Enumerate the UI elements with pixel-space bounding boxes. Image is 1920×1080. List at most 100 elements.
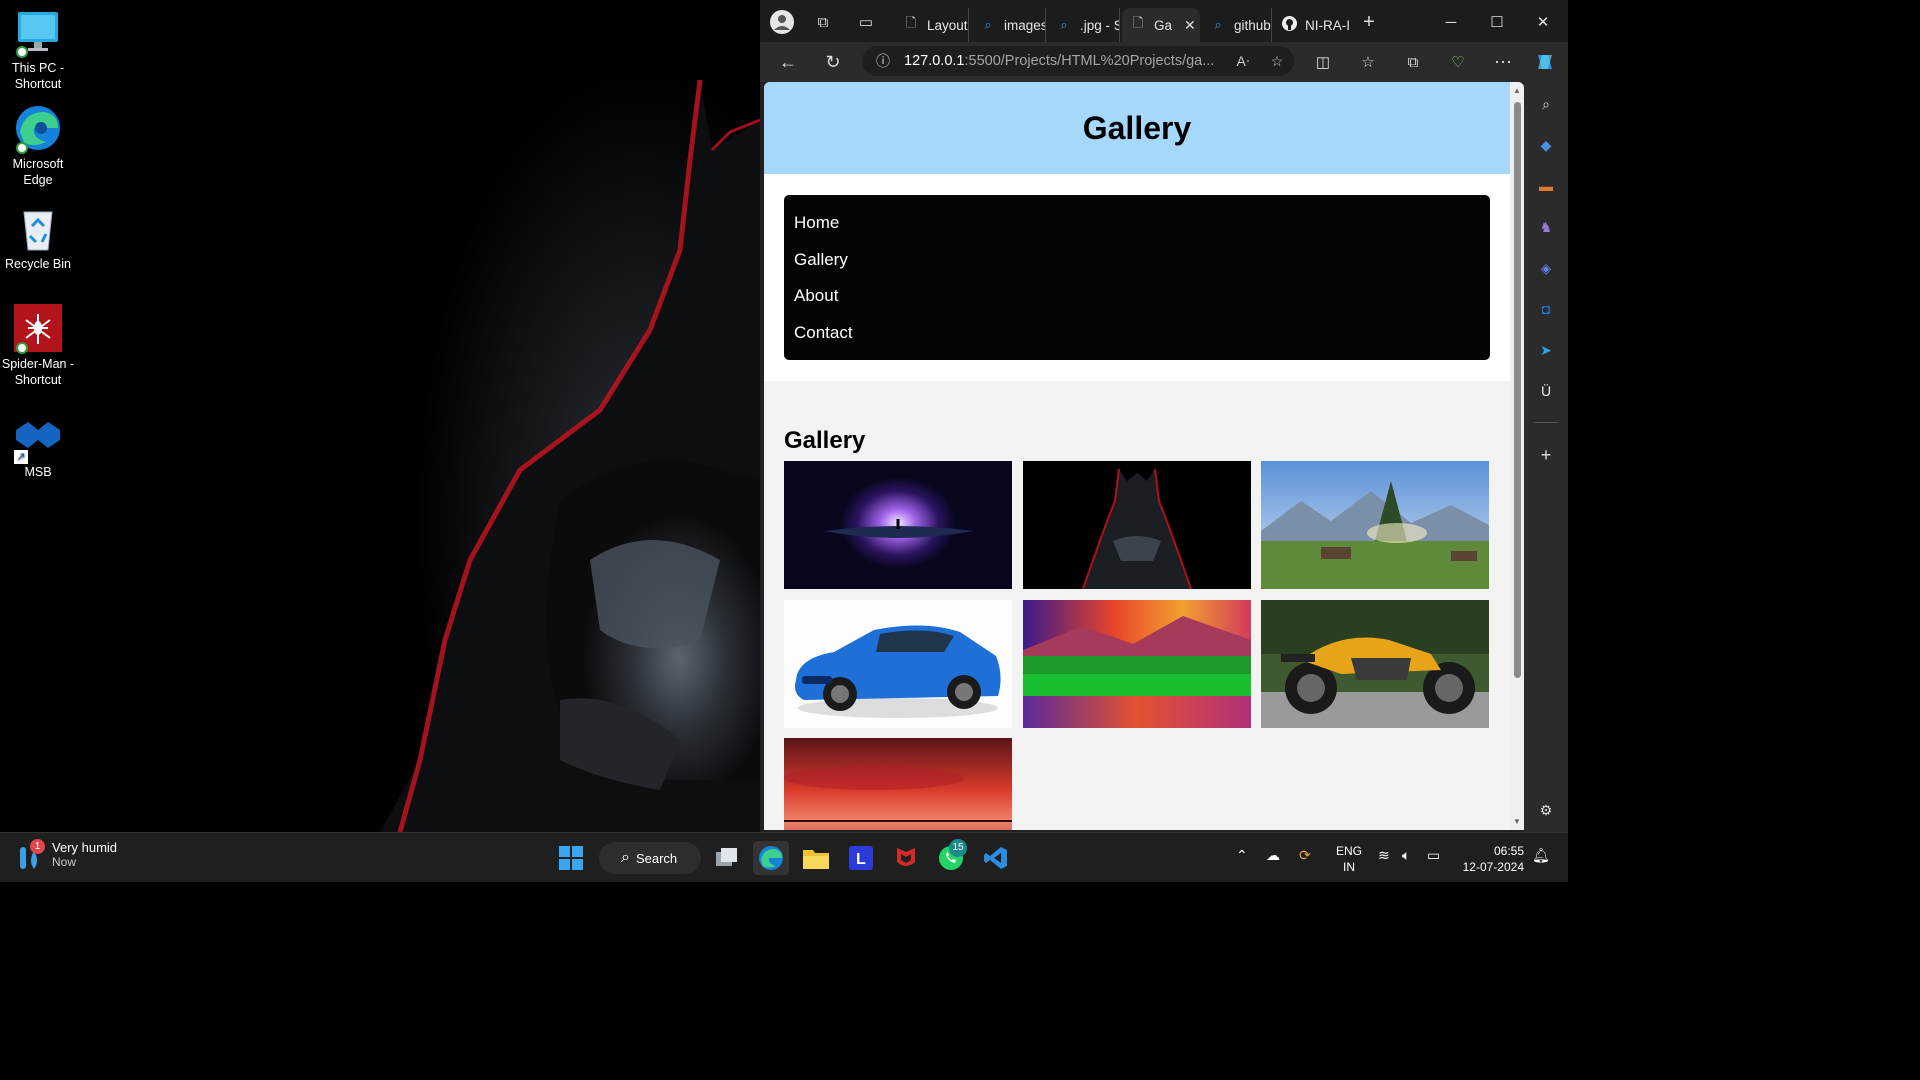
blue-sports-car-image[interactable]	[784, 599, 1012, 728]
maximize-icon[interactable]: ☐	[1474, 8, 1520, 36]
profile-avatar-icon[interactable]	[769, 9, 795, 35]
clock[interactable]: 06:55 12-07-2024	[1458, 843, 1524, 875]
telegram-icon[interactable]: ➤	[1536, 340, 1556, 360]
onedrive-icon[interactable]: ☁	[1266, 847, 1280, 864]
file-explorer-icon[interactable]	[798, 841, 834, 875]
red-sunset-image[interactable]	[784, 738, 1012, 830]
edge-icon	[14, 104, 62, 154]
site-info-icon[interactable]: ⓘ	[876, 51, 896, 71]
address-bar[interactable]: ⓘ 127.0.0.1:5500/Projects/HTML%20Project…	[862, 46, 1294, 76]
page-scrollbar[interactable]: ▲ ▼	[1510, 82, 1524, 830]
whatsapp-icon[interactable]: 15	[933, 839, 969, 875]
notifications-bell-icon[interactable]: 🔔︎	[1532, 847, 1550, 864]
monitor-icon	[14, 8, 62, 58]
extension-app-icon[interactable]: Ü	[1536, 381, 1556, 401]
space-portal-image[interactable]	[784, 461, 1012, 589]
mcafee-icon[interactable]	[888, 841, 924, 875]
edge-taskbar-icon[interactable]	[753, 841, 789, 875]
outlook-icon[interactable]: ◘	[1536, 299, 1556, 319]
start-button[interactable]	[553, 841, 589, 875]
desktop-icon-spiderman[interactable]: Spider-Man - Shortcut	[0, 304, 76, 388]
tab-jpg[interactable]: ⌕ .jpg - S	[1048, 8, 1120, 42]
nav-link-home[interactable]: Home	[794, 211, 1480, 248]
scroll-up-icon[interactable]: ▲	[1512, 86, 1522, 95]
image-grid	[784, 461, 1490, 830]
search-label: Search	[635, 850, 678, 866]
add-icon[interactable]: +	[1536, 445, 1556, 465]
new-tab-icon[interactable]: +	[1356, 9, 1382, 35]
vertical-tabs-icon[interactable]: ▭	[853, 9, 879, 35]
desktop-icon-label: Microsoft Edge	[12, 157, 64, 187]
url-path: :5500/Projects/HTML%20Projects/ga...	[964, 53, 1215, 69]
settings-gear-icon[interactable]: ⚙	[1536, 800, 1556, 820]
github-icon	[1281, 16, 1297, 34]
minimize-icon[interactable]: ─	[1428, 8, 1474, 36]
copilot-app-icon[interactable]: ◈	[1536, 258, 1556, 278]
yellow-motorcycle-image[interactable]	[1261, 599, 1489, 728]
games-icon[interactable]: ♞	[1536, 217, 1556, 237]
favorite-star-icon[interactable]: ☆	[1260, 53, 1294, 70]
weather-widget[interactable]: 1 Very humid Now	[18, 838, 117, 869]
desktop-icon-edge[interactable]: Microsoft Edge	[0, 104, 76, 188]
tools-icon[interactable]: ▬	[1536, 176, 1556, 196]
sync-icon[interactable]: ⟳	[1299, 847, 1311, 864]
desktop-icon-label: Spider-Man - Shortcut	[1, 357, 75, 387]
tab-nira[interactable]: NI-RA-I	[1273, 8, 1349, 42]
nav-link-gallery[interactable]: Gallery	[794, 248, 1480, 285]
scrollbar-thumb[interactable]	[1514, 102, 1521, 678]
wifi-icon[interactable]: ≋	[1378, 847, 1390, 864]
colorful-lake-image[interactable]	[1022, 599, 1251, 728]
taskbar-search[interactable]: ⌕ Search	[599, 842, 701, 874]
nav-link-contact[interactable]: Contact	[794, 321, 1480, 358]
language-indicator[interactable]: ENG IN	[1336, 843, 1362, 875]
show-hidden-icons[interactable]: ⌃	[1236, 847, 1248, 864]
tag-icon[interactable]: ◆	[1536, 135, 1556, 155]
tab-gallery[interactable]: 🗋 Ga ✕	[1122, 8, 1200, 42]
copilot-icon[interactable]	[1530, 48, 1560, 76]
vscode-icon[interactable]	[978, 841, 1014, 875]
page-title: Gallery	[1082, 109, 1192, 146]
gallery-website: Gallery Home Gallery About Contact Galle…	[764, 82, 1510, 830]
volume-icon[interactable]: 🔈︎	[1402, 847, 1410, 864]
tab-layout[interactable]: 🗋 Layout	[895, 8, 969, 42]
tab-github[interactable]: ⌕ github	[1202, 8, 1272, 42]
search-icon: ⌕	[621, 849, 630, 866]
spiderman-icon	[14, 304, 62, 354]
sidebar-divider	[1534, 422, 1558, 423]
desktop-wallpaper	[0, 0, 760, 832]
recycle-bin-icon	[14, 204, 62, 252]
desktop-icon-this-pc[interactable]: This PC - Shortcut	[0, 8, 76, 92]
search-icon[interactable]: ⌕	[1536, 94, 1556, 114]
page-viewport[interactable]: Gallery Home Gallery About Contact Galle…	[764, 82, 1524, 830]
favorites-icon[interactable]: ☆	[1353, 48, 1383, 76]
scroll-down-icon[interactable]: ▼	[1512, 817, 1522, 826]
workspaces-icon[interactable]: ⧉	[810, 9, 836, 35]
collections-icon[interactable]: ⧉	[1398, 48, 1428, 76]
batman-image[interactable]	[1022, 461, 1251, 589]
url-host: 127.0.0.1	[904, 53, 965, 69]
search-icon: ⌕	[1214, 17, 1222, 32]
battery-icon[interactable]: ▭	[1427, 847, 1440, 864]
back-icon[interactable]: ←	[773, 48, 803, 76]
browser-essentials-icon[interactable]: ♡	[1443, 48, 1473, 76]
close-window-icon[interactable]: ✕	[1520, 8, 1566, 36]
close-tab-icon[interactable]: ✕	[1184, 17, 1196, 34]
desktop-icon-recycle-bin[interactable]: Recycle Bin	[0, 204, 76, 272]
mountain-landscape-image[interactable]	[1261, 461, 1489, 589]
nav-link-about[interactable]: About	[794, 284, 1480, 321]
l-app-icon[interactable]: L	[843, 841, 879, 875]
msb-icon: ↗	[14, 412, 62, 464]
read-aloud-icon[interactable]: Aᐧ	[1226, 53, 1260, 70]
more-menu-icon[interactable]: ⋯	[1488, 48, 1518, 76]
tab-strip: ⧉ ▭ 🗋 Layout ⌕ images ⌕ .jpg - S 🗋 Ga ✕ …	[760, 0, 1568, 42]
desktop-icon-msb[interactable]: ↗ MSB	[0, 412, 76, 480]
split-screen-icon[interactable]: ◫	[1308, 48, 1338, 76]
task-view-icon[interactable]	[709, 841, 745, 875]
tab-images[interactable]: ⌕ images	[972, 8, 1046, 42]
browser-toolbar: ← ↻ ⓘ 127.0.0.1:5500/Projects/HTML%20Pro…	[760, 42, 1568, 82]
edge-sidebar: ⌕ ◆ ▬ ♞ ◈ ◘ ➤ Ü + ⚙	[1524, 82, 1568, 832]
clock-date: 12-07-2024	[1462, 860, 1524, 874]
whatsapp-badge: 15	[949, 839, 967, 857]
page-icon: 🗋	[1132, 15, 1144, 30]
refresh-icon[interactable]: ↻	[818, 48, 848, 76]
